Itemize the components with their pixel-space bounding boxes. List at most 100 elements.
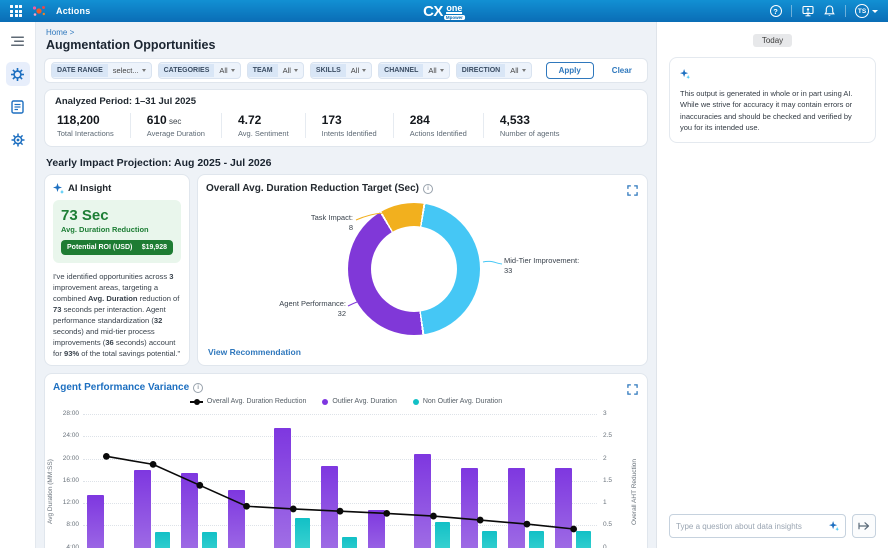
ai-insight-title: AI Insight xyxy=(68,183,111,194)
clear-button[interactable]: Clear xyxy=(612,66,632,75)
page-title: Augmentation Opportunities xyxy=(46,38,648,52)
y-left-tick: 4:00 xyxy=(51,544,79,548)
chart-plot-area xyxy=(83,414,597,548)
analyzed-period-card: Analyzed Period: 1–31 Jul 2025 118,200To… xyxy=(44,89,648,147)
breadcrumb[interactable]: Home > xyxy=(46,28,648,37)
expand-icon[interactable] xyxy=(627,183,638,201)
line-point xyxy=(524,521,531,528)
chart-legend: Overall Avg. Duration Reduction Outlier A… xyxy=(45,398,647,405)
apply-button[interactable]: Apply xyxy=(546,62,594,79)
callout-task-impact: Task Impact: 8 xyxy=(263,213,353,233)
filter-chip-skills[interactable]: SKILLSAll xyxy=(310,62,372,79)
callout-mid-tier: Mid-Tier Improvement: 33 xyxy=(504,256,614,276)
duration-reduction-label: Avg. Duration Reduction xyxy=(61,225,173,234)
chevron-down-icon xyxy=(522,69,526,72)
filter-chip-date-range[interactable]: DATE RANGEselect... xyxy=(51,62,152,79)
y-right-tick: 0.5 xyxy=(603,521,623,528)
metric-actions-identified: 284Actions Identified xyxy=(393,113,483,138)
y-left-tick: 8:00 xyxy=(51,521,79,528)
legend-marker xyxy=(413,399,419,405)
ai-assistant-panel: Today This output is generated in whole … xyxy=(656,22,888,548)
roi-badge: Potential ROI (USD) $19,928 xyxy=(61,240,173,255)
legend-marker xyxy=(190,401,203,403)
disclaimer-line2: While we strive for accuracy it may cont… xyxy=(680,99,865,133)
app-name: Actions xyxy=(56,6,90,16)
info-icon[interactable]: i xyxy=(423,184,433,194)
info-icon[interactable]: i xyxy=(193,383,203,393)
y-right-tick: 1 xyxy=(603,499,623,506)
left-sidebar xyxy=(0,22,36,548)
report-document-icon xyxy=(11,100,24,114)
view-recommendation-link[interactable]: View Recommendation xyxy=(208,347,301,357)
y-right-tick: 1.5 xyxy=(603,477,623,484)
help-icon[interactable]: ? xyxy=(769,5,782,18)
chevron-down-icon xyxy=(294,69,298,72)
roi-value: $19,928 xyxy=(142,244,167,251)
sidebar-item-reports[interactable] xyxy=(6,95,30,119)
main-content: Home > Augmentation Opportunities DATE R… xyxy=(36,22,656,548)
chat-input-bar xyxy=(669,514,876,538)
ai-disclaimer-card: This output is generated in whole or in … xyxy=(669,57,876,143)
y-left-tick: 12:00 xyxy=(51,499,79,506)
chevron-down-icon xyxy=(440,69,444,72)
line-point xyxy=(150,461,157,468)
feedback-kiosk-icon[interactable] xyxy=(801,5,814,18)
legend-label: Non Outlier Avg. Duration xyxy=(423,398,502,405)
legend-marker xyxy=(322,399,328,405)
ai-insight-body: I've identified opportunities across 3 i… xyxy=(53,271,181,359)
line-point xyxy=(290,506,297,513)
line-point xyxy=(103,453,110,460)
settings-gear-icon xyxy=(11,133,25,147)
y-right-tick: 2 xyxy=(603,455,623,462)
y-right-axis-label: Overall AHT Reduction xyxy=(631,432,638,548)
top-bar: Actions CX one Mpower ? TS xyxy=(0,0,888,22)
variance-chart-title: Agent Performance Variance xyxy=(53,382,189,393)
today-badge: Today xyxy=(753,34,792,47)
sidebar-item-settings[interactable] xyxy=(6,128,30,152)
callout-agent-performance: Agent Performance: 32 xyxy=(246,299,346,319)
y-left-axis-label: Avg Duration (MM:SS) xyxy=(47,432,54,548)
section-title: Yearly Impact Projection: Aug 2025 - Jul… xyxy=(46,157,648,169)
chevron-down-icon xyxy=(142,69,146,72)
notifications-bell-icon[interactable] xyxy=(823,5,836,18)
metric-avg.-sentiment: 4.72Avg. Sentiment xyxy=(221,113,305,138)
ai-highlight-box: 73 Sec Avg. Duration Reduction Potential… xyxy=(53,200,181,263)
sidebar-item-actions-hub[interactable] xyxy=(6,62,30,86)
sparkle-ai-icon xyxy=(680,69,690,79)
donut-chart-title: Overall Avg. Duration Reduction Target (… xyxy=(206,183,419,194)
line-point xyxy=(570,526,577,533)
y-right-tick: 0 xyxy=(603,544,623,548)
line-point xyxy=(196,482,203,489)
legend-item[interactable]: Outlier Avg. Duration xyxy=(322,398,396,405)
topbar-divider xyxy=(845,5,846,17)
chat-input-wrap xyxy=(669,514,846,538)
donut-hole xyxy=(371,226,457,312)
sidebar-menu-icon[interactable] xyxy=(6,29,30,53)
filter-bar: DATE RANGEselect... CATEGORIESAll TEAMAll S… xyxy=(44,58,648,83)
filter-chip-categories[interactable]: CATEGORIESAll xyxy=(158,62,241,79)
user-menu[interactable]: TS xyxy=(855,4,878,18)
y-left-tick: 20:00 xyxy=(51,455,79,462)
line-point xyxy=(430,513,437,520)
topbar-divider xyxy=(791,5,792,17)
metric-average-duration: 610 secAverage Duration xyxy=(130,113,221,138)
chevron-down-icon xyxy=(362,69,366,72)
avatar: TS xyxy=(855,4,869,18)
analyzed-period-title: Analyzed Period: 1–31 Jul 2025 xyxy=(55,96,637,107)
y-left-tick: 24:00 xyxy=(51,432,79,439)
hub-gear-icon xyxy=(10,67,25,82)
ai-insight-card: AI Insight 73 Sec Avg. Duration Reductio… xyxy=(44,174,190,366)
send-button[interactable] xyxy=(852,514,876,538)
app-launcher-icon[interactable] xyxy=(10,5,22,17)
actions-logo-icon xyxy=(31,4,47,18)
y-left-tick: 16:00 xyxy=(51,477,79,484)
filter-chip-direction[interactable]: DIRECTIONAll xyxy=(456,62,532,79)
legend-item[interactable]: Overall Avg. Duration Reduction xyxy=(190,398,306,405)
filter-chip-channel[interactable]: CHANNELAll xyxy=(378,62,450,79)
legend-item[interactable]: Non Outlier Avg. Duration xyxy=(413,398,502,405)
y-left-tick: 28:00 xyxy=(51,410,79,417)
chat-question-input[interactable] xyxy=(676,522,825,531)
overall-reduction-line xyxy=(83,414,597,548)
filter-chip-team[interactable]: TEAMAll xyxy=(247,62,304,79)
sparkle-ai-icon xyxy=(53,183,64,194)
